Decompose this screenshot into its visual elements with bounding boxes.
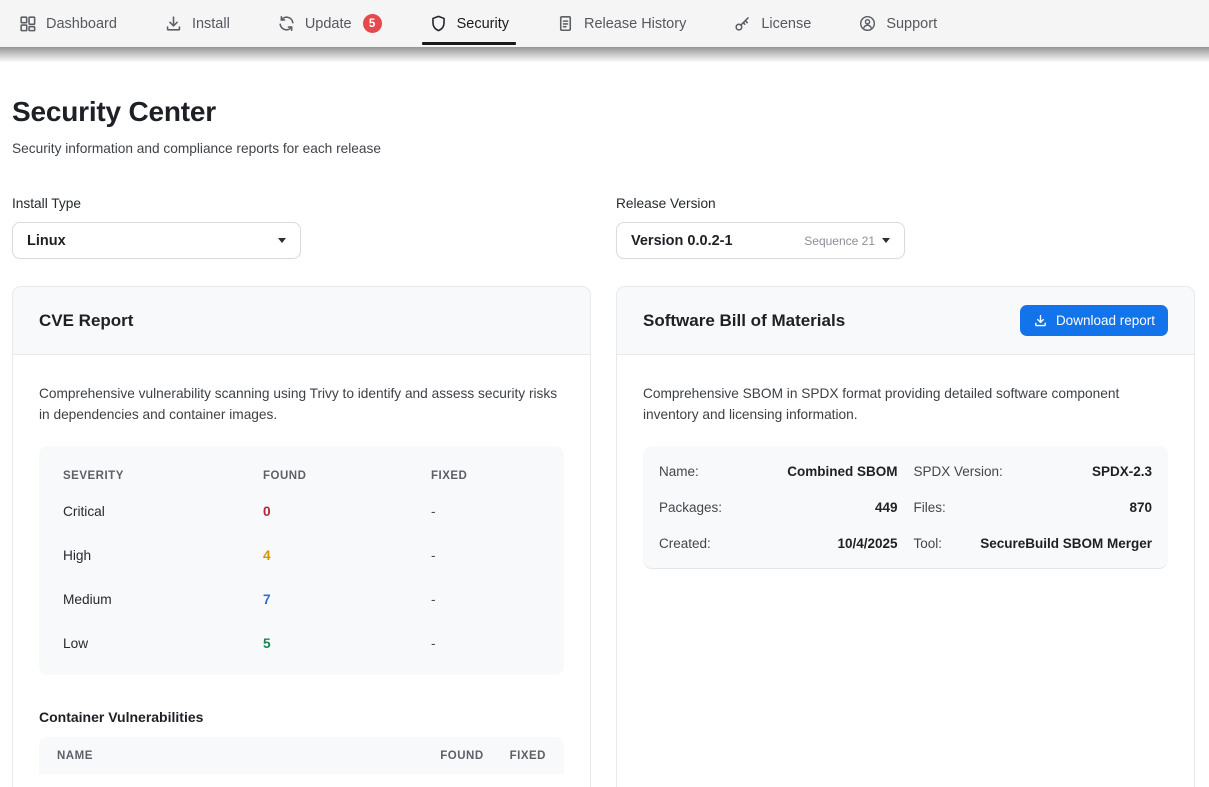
sbom-info-name: Name: Combined SBOM — [659, 453, 898, 489]
nav-item-install[interactable]: Install — [164, 0, 230, 47]
table-row-low: Low 5 - — [39, 621, 564, 665]
nav-label: Update — [305, 16, 352, 32]
nav-label: License — [761, 16, 811, 32]
nav-item-dashboard[interactable]: Dashboard — [18, 0, 117, 47]
col-name: NAME — [57, 750, 440, 762]
info-value: SecureBuild SBOM Merger — [980, 536, 1152, 551]
nav-label: Release History — [584, 16, 686, 32]
install-type-value: Linux — [27, 233, 66, 249]
chevron-down-icon — [278, 238, 286, 243]
support-icon — [858, 14, 877, 33]
nav-label: Dashboard — [46, 16, 117, 32]
header-shadow — [0, 47, 1209, 62]
found-count: 4 — [263, 548, 431, 563]
nav-item-license[interactable]: License — [733, 0, 811, 47]
page-title: Security Center — [12, 96, 1195, 128]
info-label: Name: — [659, 464, 699, 479]
sbom-info-panel: Name: Combined SBOM SPDX Version: SPDX-2… — [643, 446, 1168, 569]
install-type-label: Install Type — [12, 196, 591, 211]
release-version-select[interactable]: Version 0.0.2-1 Sequence 21 — [616, 222, 905, 259]
refresh-icon — [277, 14, 296, 33]
sbom-card: Software Bill of Materials Download repo… — [616, 286, 1195, 787]
cards-row: CVE Report Comprehensive vulnerability s… — [12, 286, 1195, 787]
sbom-info-files: Files: 870 — [914, 489, 1153, 525]
install-type-field: Install Type Linux — [12, 196, 591, 259]
cve-card-title: CVE Report — [39, 311, 133, 331]
cve-card-header: CVE Report — [13, 287, 590, 355]
table-row-critical: Critical 0 - — [39, 489, 564, 533]
nav-label: Security — [457, 16, 509, 32]
info-value: 870 — [1129, 500, 1152, 515]
filters-row: Install Type Linux Release Version Versi… — [12, 196, 1195, 259]
col-fixed: FIXED — [510, 750, 546, 762]
severity-table: SEVERITY FOUND FIXED Critical 0 - High 4… — [39, 446, 564, 675]
col-found: FOUND — [263, 470, 431, 482]
dashboard-icon — [18, 14, 37, 33]
info-label: Files: — [914, 500, 946, 515]
nav-item-security[interactable]: Security — [429, 0, 509, 47]
top-navigation: Dashboard Install Update 5 Security — [0, 0, 1209, 47]
table-row-medium: Medium 7 - — [39, 577, 564, 621]
found-count: 7 — [263, 592, 431, 607]
nav-item-update[interactable]: Update 5 — [277, 0, 382, 47]
info-label: Created: — [659, 536, 711, 551]
fixed-count: - — [431, 592, 540, 607]
found-count: 0 — [263, 504, 431, 519]
info-value: 10/4/2025 — [837, 536, 897, 551]
severity-label: Critical — [63, 504, 263, 519]
fixed-count: - — [431, 504, 540, 519]
container-vulnerabilities-title: Container Vulnerabilities — [39, 709, 564, 725]
info-label: SPDX Version: — [914, 464, 1003, 479]
download-report-label: Download report — [1056, 313, 1155, 328]
nav-label: Install — [192, 16, 230, 32]
key-icon — [733, 14, 752, 33]
col-found: FOUND — [440, 750, 483, 762]
container-vulnerabilities-header: NAME FOUND FIXED — [39, 737, 564, 774]
severity-table-header: SEVERITY FOUND FIXED — [39, 455, 564, 489]
sbom-card-body: Comprehensive SBOM in SPDX format provid… — [617, 355, 1194, 595]
info-label: Packages: — [659, 500, 722, 515]
nav-label: Support — [886, 16, 937, 32]
update-count-badge: 5 — [363, 14, 382, 33]
col-fixed: FIXED — [431, 470, 540, 482]
shield-icon — [429, 14, 448, 33]
release-version-value: Version 0.0.2-1 — [631, 233, 733, 249]
release-version-field: Release Version Version 0.0.2-1 Sequence… — [616, 196, 1195, 259]
cve-card-body: Comprehensive vulnerability scanning usi… — [13, 355, 590, 787]
install-type-select[interactable]: Linux — [12, 222, 301, 259]
severity-label: Low — [63, 636, 263, 651]
severity-label: High — [63, 548, 263, 563]
release-sequence: Sequence 21 — [804, 234, 875, 248]
sbom-description: Comprehensive SBOM in SPDX format provid… — [643, 383, 1168, 425]
fixed-count: - — [431, 548, 540, 563]
table-row-high: High 4 - — [39, 533, 564, 577]
page-subtitle: Security information and compliance repo… — [12, 141, 1195, 156]
download-report-button[interactable]: Download report — [1020, 305, 1168, 336]
sbom-info-tool: Tool: SecureBuild SBOM Merger — [914, 525, 1153, 561]
document-icon — [556, 14, 575, 33]
download-icon — [164, 14, 183, 33]
chevron-down-icon — [882, 238, 890, 243]
found-count: 5 — [263, 636, 431, 651]
download-icon — [1033, 313, 1048, 328]
sbom-card-header: Software Bill of Materials Download repo… — [617, 287, 1194, 355]
info-value: Combined SBOM — [787, 464, 897, 479]
sbom-info-created: Created: 10/4/2025 — [659, 525, 898, 561]
info-value: SPDX-2.3 — [1092, 464, 1152, 479]
nav-item-support[interactable]: Support — [858, 0, 937, 47]
info-value: 449 — [875, 500, 898, 515]
main-content: Security Center Security information and… — [0, 96, 1209, 787]
release-version-label: Release Version — [616, 196, 1195, 211]
fixed-count: - — [431, 636, 540, 651]
cve-report-card: CVE Report Comprehensive vulnerability s… — [12, 286, 591, 787]
cve-description: Comprehensive vulnerability scanning usi… — [39, 383, 564, 425]
severity-label: Medium — [63, 592, 263, 607]
info-label: Tool: — [914, 536, 943, 551]
sbom-info-packages: Packages: 449 — [659, 489, 898, 525]
col-severity: SEVERITY — [63, 470, 263, 482]
nav-item-release-history[interactable]: Release History — [556, 0, 686, 47]
sbom-card-title: Software Bill of Materials — [643, 311, 845, 331]
sbom-info-spdx-version: SPDX Version: SPDX-2.3 — [914, 453, 1153, 489]
